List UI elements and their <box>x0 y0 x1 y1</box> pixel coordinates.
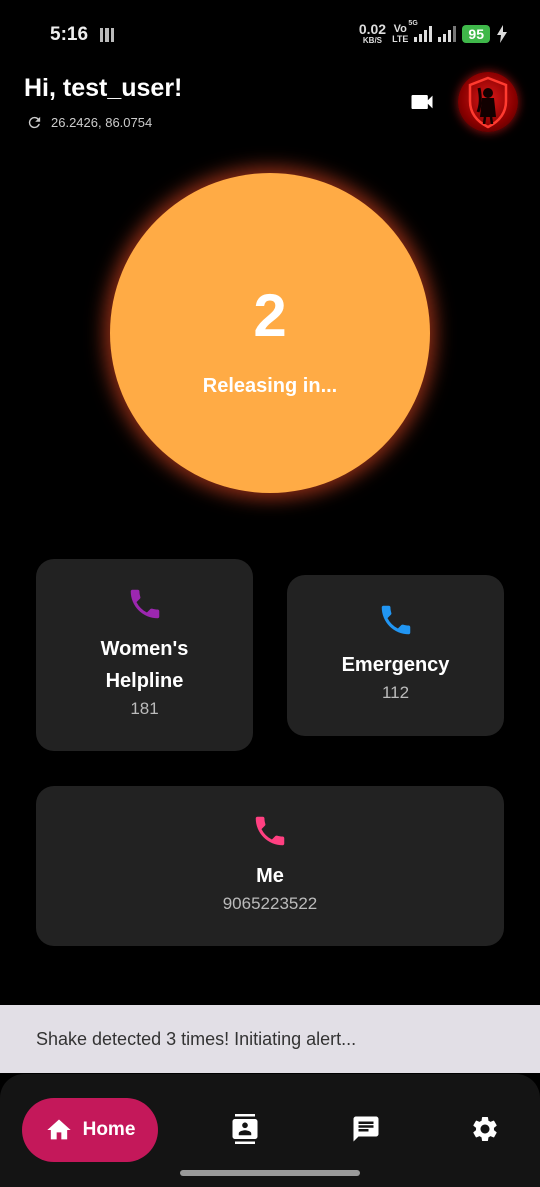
signal-icon: 5G <box>408 20 433 42</box>
settings-icon[interactable] <box>470 1114 500 1144</box>
phone-icon <box>255 816 285 846</box>
nav-home-label: Home <box>82 1119 136 1140</box>
contact-name: Women's Helpline <box>100 638 189 692</box>
status-icons: 0.02 KB/S Vo LTE 5G 95 <box>358 20 508 45</box>
countdown-value: 2 <box>253 282 287 349</box>
countdown-circle[interactable]: 2 Releasing in... <box>110 173 430 493</box>
contact-number: 112 <box>381 683 410 702</box>
signal-icon-2 <box>438 25 457 42</box>
contact-name: Emergency <box>341 654 450 676</box>
charging-icon <box>497 24 507 43</box>
contact-number: 181 <box>130 699 159 718</box>
net-speed: 0.02 KB/S <box>358 21 387 45</box>
status-bar: 5:16 0.02 KB/S Vo LTE 5G 95 <box>0 0 540 72</box>
gesture-handle[interactable] <box>180 1170 360 1176</box>
snackbar: Shake detected 3 times! Initiating alert… <box>0 1005 540 1073</box>
videocam-icon[interactable] <box>406 88 438 116</box>
snackbar-message: Shake detected 3 times! Initiating alert… <box>36 1029 357 1049</box>
phone-icon <box>130 589 159 619</box>
shield-avatar[interactable] <box>458 72 518 132</box>
contact-card-emergency[interactable]: Emergency 112 <box>287 575 504 736</box>
notification-icon <box>100 28 114 42</box>
contact-card-me[interactable]: Me 9065223522 <box>36 786 504 946</box>
greeting-title: Hi, test_user! <box>24 74 183 102</box>
contacts-icon[interactable] <box>230 1114 260 1144</box>
phone-icon <box>381 605 410 635</box>
chat-icon[interactable] <box>351 1114 381 1144</box>
coordinates-text: 26.2426, 86.0754 <box>51 115 153 130</box>
bottom-nav: Home <box>0 1074 540 1187</box>
contact-name: Me <box>256 865 284 887</box>
contact-number: 9065223522 <box>222 894 318 913</box>
battery-indicator: 95 <box>462 24 490 43</box>
nav-home-button[interactable]: Home <box>22 1098 158 1162</box>
contact-card-womens-helpline[interactable]: Women's Helpline 181 <box>36 559 253 751</box>
status-time: 5:16 <box>50 24 89 45</box>
location-row[interactable]: 26.2426, 86.0754 <box>26 114 152 131</box>
shield-logo-icon <box>468 76 508 129</box>
volte-indicator: Vo LTE <box>392 22 409 44</box>
refresh-icon[interactable] <box>26 114 43 131</box>
countdown-label: Releasing in... <box>202 375 338 397</box>
home-icon <box>46 1119 71 1140</box>
